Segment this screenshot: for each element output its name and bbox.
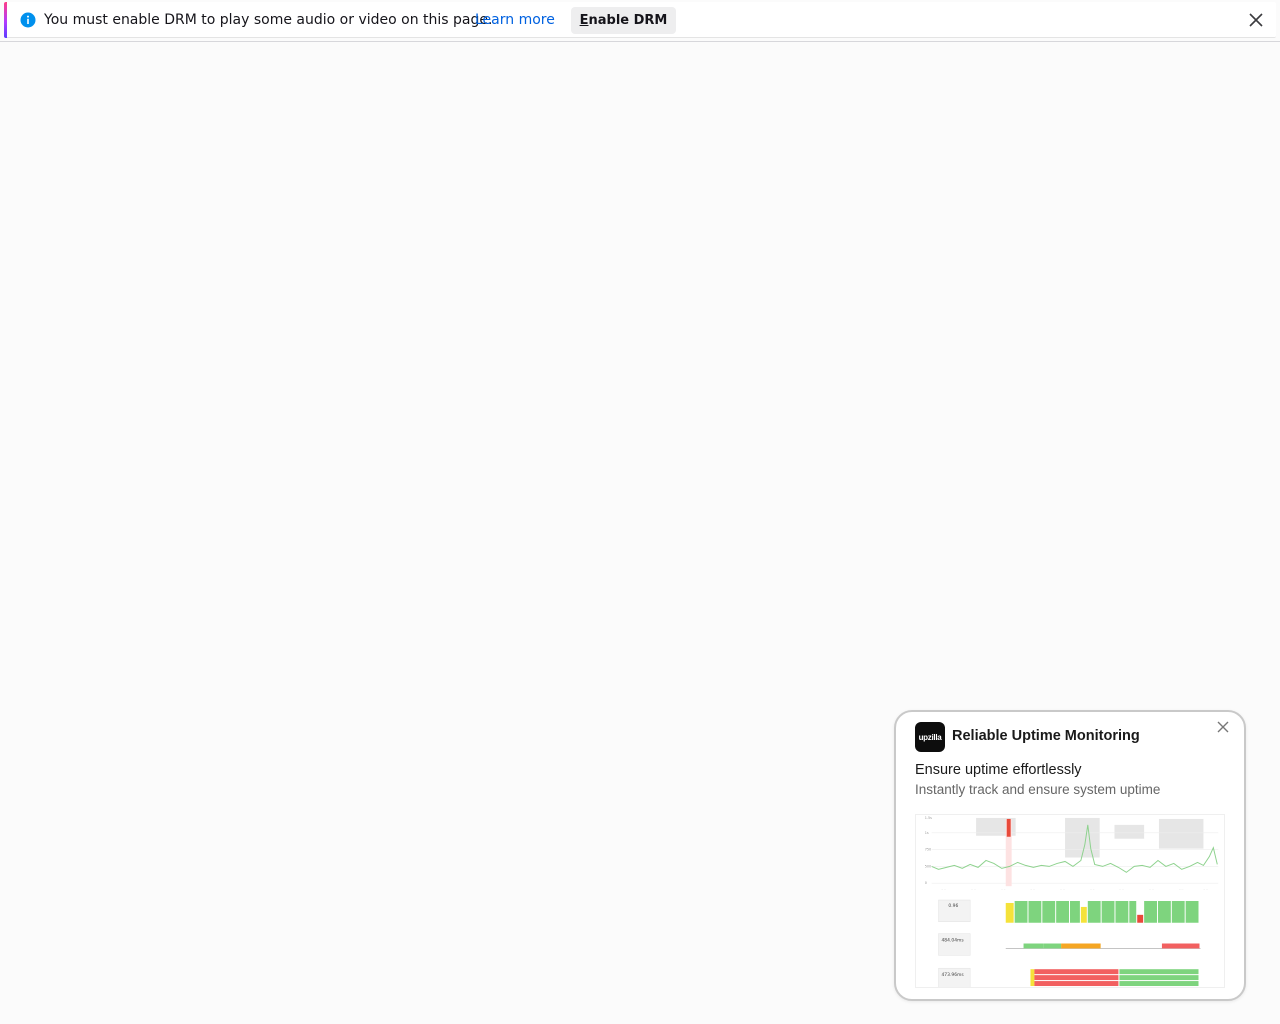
svg-text:500: 500 xyxy=(925,864,932,868)
metric-response-a: 484.04ms xyxy=(941,938,964,944)
drm-message: You must enable DRM to play some audio o… xyxy=(44,12,493,28)
svg-text:·· ··: ·· ·· xyxy=(1060,887,1065,891)
drm-notification-bar: You must enable DRM to play some audio o… xyxy=(4,2,1276,38)
ad-subtext: Instantly track and ensure system uptime xyxy=(915,782,1161,797)
svg-text:·· ··: ·· ·· xyxy=(1001,887,1006,891)
close-icon[interactable] xyxy=(1216,720,1230,734)
info-icon xyxy=(20,12,36,28)
svg-text:·· ··: ·· ·· xyxy=(1203,887,1208,891)
ad-brand-title: Reliable Uptime Monitoring xyxy=(952,728,1140,744)
ad-dashboard-preview-image: 1.5s 1s 750 500 0 ·· ·· ·· ·· ·· ·· ·· ·· ·… xyxy=(915,814,1225,988)
svg-text:·· ··: ·· ·· xyxy=(971,887,976,891)
notification-accent-stripe xyxy=(4,2,7,38)
enable-drm-button[interactable]: Enable DRM xyxy=(571,7,676,34)
svg-text:·· ··: ·· ·· xyxy=(1090,887,1095,891)
svg-text:·· ··: ·· ·· xyxy=(1149,887,1154,891)
learn-more-link[interactable]: Learn more xyxy=(475,11,555,29)
svg-text:·· ··: ·· ·· xyxy=(1119,887,1124,891)
toolbar-divider xyxy=(0,41,1280,42)
uptime-ad-popup[interactable]: upzilla Reliable Uptime Monitoring Ensur… xyxy=(894,710,1246,1001)
svg-text:1.5s: 1.5s xyxy=(925,816,932,820)
metric-apdex: 0.96 xyxy=(948,903,958,909)
svg-text:·· ··: ·· ·· xyxy=(941,887,946,891)
metric-response-b: 473.96ms xyxy=(941,972,964,978)
svg-text:·· ··: ·· ·· xyxy=(1030,887,1035,891)
svg-text:1s: 1s xyxy=(925,831,929,835)
svg-text:0: 0 xyxy=(925,881,927,885)
brand-logo: upzilla xyxy=(915,722,945,752)
enable-drm-label: nable DRM xyxy=(588,13,668,28)
ad-headline: Ensure uptime effortlessly xyxy=(915,762,1082,778)
svg-text:·· ··: ·· ·· xyxy=(1179,887,1184,891)
uptime-bars xyxy=(1005,901,1199,923)
close-icon[interactable] xyxy=(1246,10,1266,30)
enable-drm-accesskey: E xyxy=(579,13,589,28)
svg-text:750: 750 xyxy=(925,848,932,852)
